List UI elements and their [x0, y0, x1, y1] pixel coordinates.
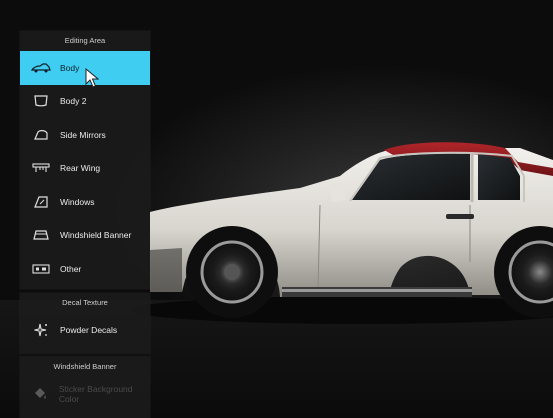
mouse-cursor-icon	[85, 68, 99, 88]
editing-area-item-windshield-banner[interactable]: Windshield Banner	[20, 219, 150, 253]
sparkle-icon	[30, 323, 52, 337]
editing-area-item-label: Rear Wing	[60, 163, 101, 174]
decal-texture-item-label: Powder Decals	[60, 324, 118, 335]
editing-area-item-label: Other	[60, 263, 82, 274]
editing-area-item-label: Body	[60, 62, 80, 73]
windshield-banner-header: Windshield Banner	[53, 362, 117, 371]
front-wheel	[186, 226, 278, 318]
body-panel-icon	[30, 94, 52, 108]
paint-bucket-icon	[30, 387, 51, 401]
license-plate-icon	[30, 262, 52, 276]
decal-texture-item-powder-decals[interactable]: Powder Decals	[20, 313, 150, 347]
editing-area-item-body-2[interactable]: Body 2	[20, 85, 150, 119]
car-shadow	[130, 296, 553, 324]
editing-area-item-other[interactable]: Other	[20, 252, 150, 286]
windshield-banner-item-label: Sticker Background Color	[58, 383, 133, 404]
car-door-handle	[446, 214, 474, 219]
editing-area-item-label: Body 2	[60, 96, 87, 107]
car-body-icon	[30, 61, 52, 75]
decal-texture-header: Decal Texture	[62, 298, 108, 307]
editing-area-item-windows[interactable]: Windows	[20, 185, 150, 219]
editing-area-item-label: Side Mirrors	[60, 129, 106, 140]
windshield-icon	[30, 228, 52, 242]
windshield-banner-item-sticker-background-color[interactable]: Sticker Background Color	[20, 377, 150, 411]
editing-area-item-label: Windshield Banner	[60, 230, 132, 241]
car-side-mirror	[330, 183, 346, 202]
editing-area-item-label: Windows	[60, 196, 95, 207]
editing-area-item-side-mirrors[interactable]: Side Mirrors	[20, 118, 150, 152]
window-icon	[30, 195, 52, 209]
editing-area-item-rear-wing[interactable]: Rear Wing	[20, 152, 150, 186]
rear-wing-icon	[30, 161, 52, 175]
side-mirror-icon	[30, 128, 52, 142]
decal-texture-panel: Decal Texture Powder Decals	[20, 293, 150, 353]
windshield-banner-panel: Windshield Banner Sticker Background Col…	[20, 357, 150, 418]
editing-area-header: Editing Area	[64, 36, 106, 45]
